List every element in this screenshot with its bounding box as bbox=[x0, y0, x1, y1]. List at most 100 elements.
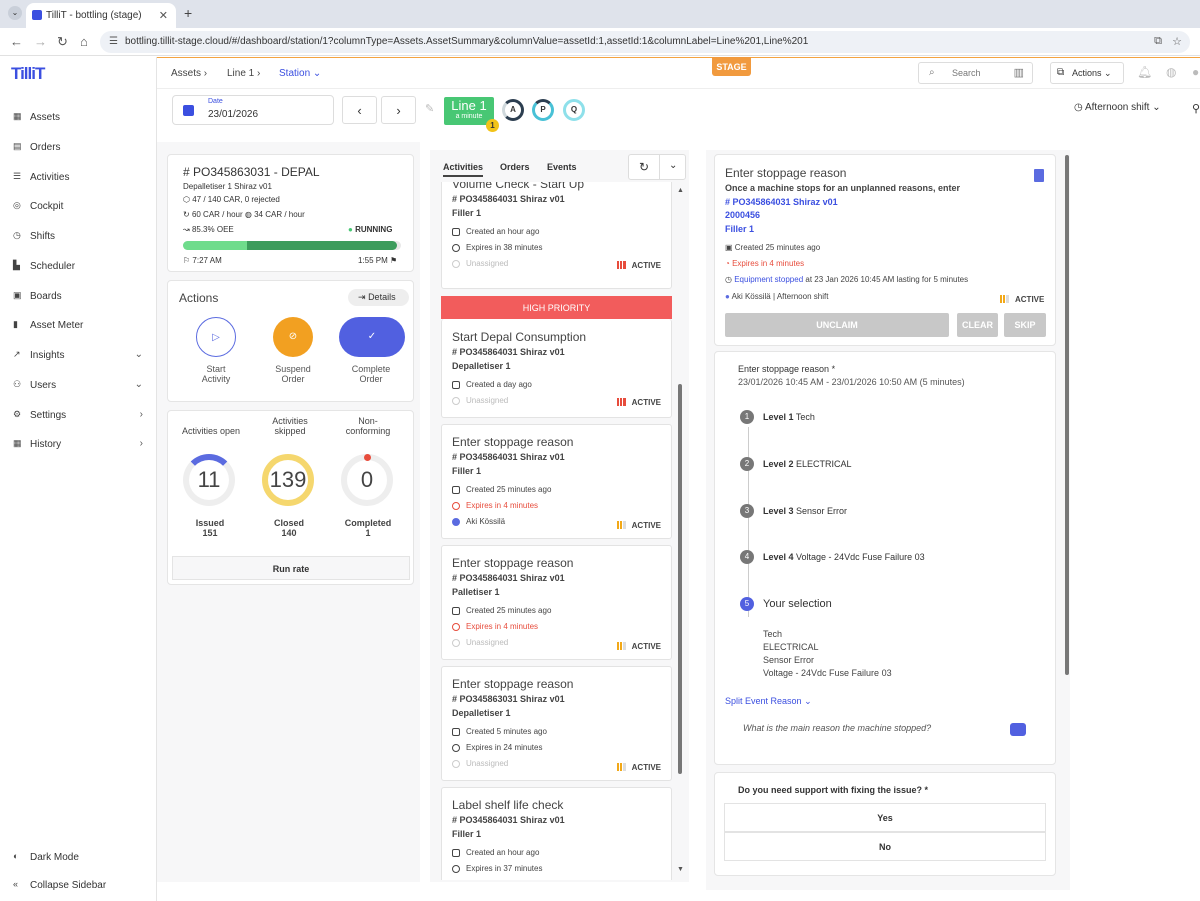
level-1-text[interactable]: Level 1 Tech bbox=[763, 412, 815, 422]
sidebar-item-asset-meter[interactable]: ▮ Asset Meter bbox=[0, 315, 157, 339]
location-pin-icon[interactable]: ⚲ bbox=[1192, 102, 1200, 115]
stats-card: Activities open Activities skipped Non-co… bbox=[167, 410, 414, 585]
activities-skipped-ring[interactable]: 139 bbox=[262, 454, 314, 506]
activity-list[interactable]: Volume Check - Start Up # PO345864031 Sh… bbox=[441, 182, 672, 880]
reload-icon[interactable]: ↻ bbox=[57, 34, 68, 50]
tab-orders[interactable]: Orders bbox=[500, 162, 530, 172]
calendar-icon bbox=[452, 849, 460, 857]
sidebar-item-activities[interactable]: ☰ Activities bbox=[0, 167, 157, 191]
feed-scrollbar[interactable] bbox=[678, 384, 682, 774]
level-4-step[interactable]: 4 bbox=[740, 550, 754, 564]
activity-card[interactable]: Label shelf life check # PO345864031 Shi… bbox=[441, 787, 672, 880]
camera-icon[interactable] bbox=[1010, 723, 1026, 736]
bookmark-star-icon[interactable]: ☆ bbox=[1172, 35, 1182, 48]
sidebar-item-insights[interactable]: ↗ Insights ⌄ bbox=[0, 345, 157, 369]
sidebar-item-orders[interactable]: ▤ Orders bbox=[0, 137, 157, 161]
scroll-down-icon[interactable]: ▼ bbox=[677, 866, 684, 873]
new-tab-icon[interactable]: + bbox=[184, 5, 192, 21]
site-settings-icon[interactable]: ☰ bbox=[109, 36, 118, 47]
skip-button[interactable]: SKIP bbox=[1004, 313, 1046, 337]
suspend-order-button[interactable]: ⊘ bbox=[273, 317, 313, 357]
run-rate-button[interactable]: Run rate bbox=[172, 556, 410, 580]
activity-card[interactable]: Enter stoppage reason # PO345864031 Shir… bbox=[441, 424, 672, 539]
nonconforming-ring[interactable]: 0 bbox=[341, 454, 393, 506]
activity-card[interactable]: Volume Check - Start Up # PO345864031 Sh… bbox=[441, 182, 672, 289]
activity-card[interactable]: Enter stoppage reason # PO345863031 Shir… bbox=[441, 666, 672, 781]
level-value: Tech bbox=[793, 412, 815, 422]
dark-mode-toggle[interactable]: ◐ Dark Mode bbox=[0, 847, 157, 871]
sidebar-item-shifts[interactable]: ◷ Shifts bbox=[0, 226, 157, 250]
split-event-reason-link[interactable]: Split Event Reason ⌄ bbox=[725, 696, 812, 707]
tab-events[interactable]: Events bbox=[547, 162, 577, 172]
search-input[interactable]: ⌕ Search ▥ bbox=[918, 62, 1033, 84]
activities-open-ring[interactable]: 11 bbox=[183, 454, 235, 506]
reason-comment-input[interactable]: What is the main reason the machine stop… bbox=[743, 723, 931, 733]
level-4-text[interactable]: Level 4 Voltage - 24Vdc Fuse Failure 03 bbox=[763, 552, 925, 562]
home-icon[interactable]: ⌂ bbox=[80, 34, 88, 49]
date-picker[interactable]: Date 23/01/2026 bbox=[172, 95, 334, 125]
no-option[interactable]: No bbox=[724, 832, 1046, 861]
breadcrumb-assets[interactable]: Assets › bbox=[171, 68, 207, 79]
level-2-step[interactable]: 2 bbox=[740, 457, 754, 471]
breadcrumb-line[interactable]: Line 1 › bbox=[227, 68, 260, 79]
globe-icon[interactable]: ◍ bbox=[1166, 65, 1176, 79]
chevron-down-icon[interactable]: ⌄ bbox=[669, 160, 677, 171]
clear-button[interactable]: CLEAR bbox=[957, 313, 998, 337]
sidebar-item-users[interactable]: ⚇ Users ⌄ bbox=[0, 375, 157, 399]
tab-menu-icon[interactable]: ⌄ bbox=[8, 6, 22, 20]
rate-ideal: 60 CAR / hour bbox=[191, 210, 243, 219]
level-1-step[interactable]: 1 bbox=[740, 410, 754, 424]
sidebar-item-scheduler[interactable]: ▙ Scheduler bbox=[0, 256, 157, 280]
code-link[interactable]: 2000456 bbox=[725, 210, 760, 220]
level-2-text[interactable]: Level 2 ELECTRICAL bbox=[763, 459, 852, 469]
bell-icon[interactable]: 🔔︎ bbox=[1137, 65, 1152, 79]
book-icon[interactable] bbox=[1034, 169, 1044, 182]
sidebar-item-boards[interactable]: ▣ Boards bbox=[0, 286, 157, 310]
tab-activities[interactable]: Activities bbox=[443, 162, 484, 177]
nonconforming-dot bbox=[364, 454, 371, 461]
activity-card[interactable]: Enter stoppage reason # PO345864031 Shir… bbox=[441, 545, 672, 660]
asset-link[interactable]: Filler 1 bbox=[725, 224, 754, 234]
actions-button[interactable]: ⧉ Actions ⌄ bbox=[1050, 62, 1124, 84]
shift-selector[interactable]: ◷ Afternoon shift ⌄ bbox=[1074, 102, 1161, 113]
yes-option[interactable]: Yes bbox=[724, 803, 1046, 832]
level-3-step[interactable]: 3 bbox=[740, 504, 754, 518]
back-icon[interactable]: ← bbox=[10, 34, 23, 49]
sidebar-item-assets[interactable]: ▦ Assets bbox=[0, 107, 157, 131]
url-field[interactable]: ☰ bottling.tillit-stage.cloud/#/dashboar… bbox=[100, 31, 1190, 53]
activity-card[interactable]: Start Depal Consumption # PO345864031 Sh… bbox=[441, 319, 672, 418]
availability-gauge[interactable]: A bbox=[502, 99, 524, 121]
pin-icon[interactable]: ✎ bbox=[425, 102, 434, 115]
barcode-icon[interactable]: ▥ bbox=[1014, 66, 1024, 79]
order-link[interactable]: # PO345864031 Shiraz v01 bbox=[725, 197, 838, 207]
count-text: 47 / 140 CAR, 0 rejected bbox=[192, 195, 280, 204]
refresh-icon[interactable]: ↻ bbox=[639, 160, 649, 174]
next-date-button[interactable]: › bbox=[381, 96, 416, 124]
start-activity-button[interactable]: ▷ bbox=[196, 317, 236, 357]
sidebar-item-cockpit[interactable]: ◎ Cockpit bbox=[0, 196, 157, 220]
sidebar-item-label: Asset Meter bbox=[30, 320, 84, 331]
quality-gauge[interactable]: Q bbox=[563, 99, 585, 121]
sidebar-item-label: Cockpit bbox=[30, 201, 64, 212]
order-card[interactable]: # PO345863031 - DEPAL Depalletiser 1 Shi… bbox=[167, 154, 414, 272]
scroll-up-icon[interactable]: ▲ bbox=[677, 187, 684, 194]
sidebar-item-settings[interactable]: ⚙ Settings › bbox=[0, 405, 157, 429]
avatar-icon[interactable]: ● bbox=[1192, 65, 1199, 79]
label-line: Closed bbox=[273, 518, 304, 528]
details-button[interactable]: ⇥ Details bbox=[348, 289, 409, 306]
performance-gauge[interactable]: P bbox=[532, 99, 554, 121]
equipment-link[interactable]: Equipment stopped bbox=[734, 275, 803, 284]
breadcrumb-station[interactable]: Station ⌄ bbox=[279, 68, 321, 79]
detail-scrollbar[interactable] bbox=[1065, 155, 1069, 675]
install-icon[interactable]: ⧉ bbox=[1154, 35, 1162, 48]
unclaim-button[interactable]: UNCLAIM bbox=[725, 313, 949, 337]
close-tab-icon[interactable]: ✕ bbox=[159, 9, 168, 22]
sidebar-item-history[interactable]: ▦ History › bbox=[0, 434, 157, 458]
level-3-text[interactable]: Level 3 Sensor Error bbox=[763, 506, 847, 516]
forward-icon[interactable]: → bbox=[34, 34, 47, 49]
running-status: ● RUNNING bbox=[348, 225, 392, 234]
prev-date-button[interactable]: ‹ bbox=[342, 96, 377, 124]
complete-order-button[interactable]: ✓ bbox=[339, 317, 405, 357]
collapse-sidebar-button[interactable]: « Collapse Sidebar bbox=[0, 875, 157, 899]
browser-tab[interactable]: TilliT - bottling (stage) ✕ bbox=[26, 3, 176, 28]
